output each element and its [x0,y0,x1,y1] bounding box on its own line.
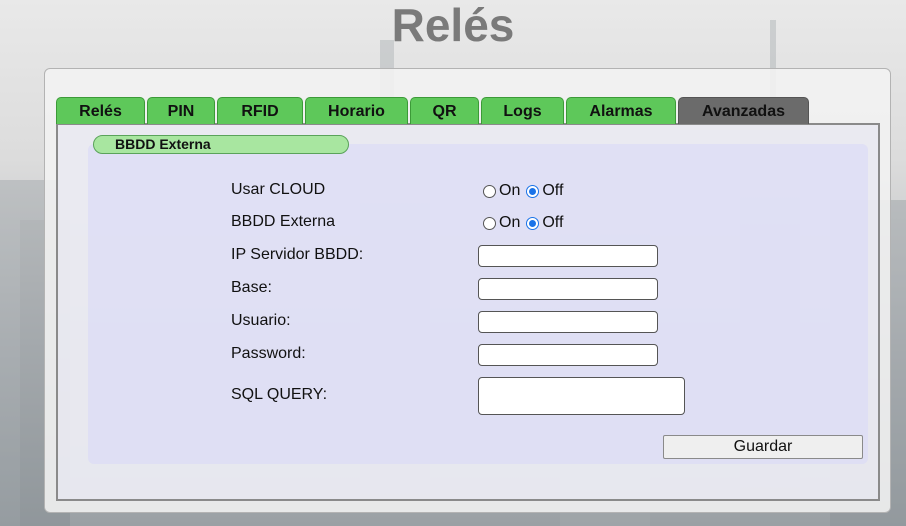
usar-cloud-off-label: Off [542,182,564,199]
bbdd-externa-off-label: Off [542,214,564,231]
usar-cloud-label: Usar CLOUD [231,181,326,198]
usar-cloud-on-radio[interactable] [483,184,496,198]
tab-alarmas[interactable]: Alarmas [566,97,676,124]
usuario-label: Usuario: [231,312,291,329]
base-input[interactable] [478,278,658,300]
tab-reles[interactable]: Relés [56,97,145,124]
usar-cloud-on-label: On [499,182,521,199]
tab-horario[interactable]: Horario [305,97,408,124]
save-button[interactable]: Guardar [663,435,863,459]
password-input[interactable] [478,344,658,366]
ip-servidor-input[interactable] [478,245,658,267]
usuario-input[interactable] [478,311,658,333]
bbdd-externa-label: BBDD Externa [231,213,336,230]
tab-pin[interactable]: PIN [147,97,215,124]
password-label: Password: [231,345,306,362]
sql-query-textarea[interactable] [478,377,685,415]
tab-avanzadas[interactable]: Avanzadas [678,97,809,124]
bbdd-panel [88,144,868,464]
usar-cloud-radio-group: On Off [483,182,569,200]
bbdd-externa-on-label: On [499,214,521,231]
sql-query-label: SQL QUERY: [231,386,328,403]
tab-qr[interactable]: QR [410,97,479,124]
tab-logs[interactable]: Logs [481,97,564,124]
page-title: Relés [391,0,515,51]
base-label: Base: [231,279,272,296]
bbdd-externa-off-radio[interactable] [526,216,540,230]
tab-rfid[interactable]: RFID [217,97,303,124]
ip-servidor-label: IP Servidor BBDD: [231,246,364,263]
section-header-bbdd-externa: BBDD Externa [93,135,349,154]
usar-cloud-off-radio[interactable] [526,184,540,198]
bbdd-externa-on-radio[interactable] [483,216,496,230]
bbdd-externa-radio-group: On Off [483,214,569,232]
